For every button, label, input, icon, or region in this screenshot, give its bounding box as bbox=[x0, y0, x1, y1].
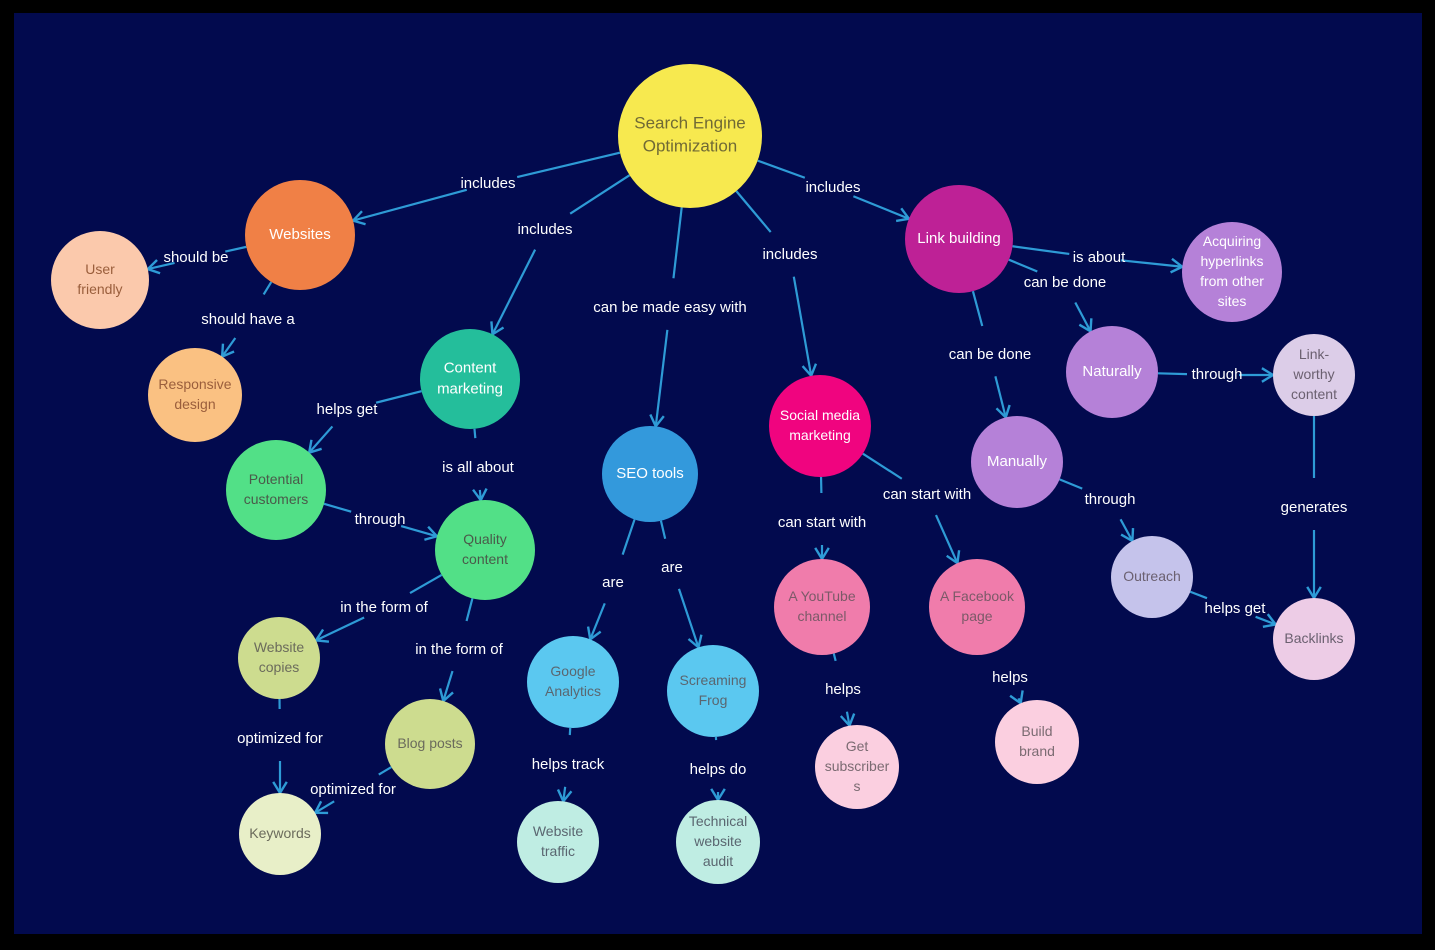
node-circle-quality_content[interactable] bbox=[435, 500, 535, 600]
node-circle-link_building[interactable] bbox=[905, 185, 1013, 293]
node-circle-seo_tools[interactable] bbox=[602, 426, 698, 522]
node-manually[interactable]: Manually bbox=[971, 416, 1063, 508]
mindmap-svg: Search Engine Optimization Websites User fri… bbox=[51, 64, 1355, 884]
node-circle-manually[interactable] bbox=[971, 416, 1063, 508]
node-circle-keywords[interactable] bbox=[239, 793, 321, 875]
edge-label-naturally-to-link_worthy_content: through bbox=[1192, 366, 1243, 383]
node-websites[interactable]: Websites bbox=[245, 180, 355, 290]
node-circle-content_marketing[interactable] bbox=[420, 329, 520, 429]
edge-label-websites-to-user_friendly: should be bbox=[163, 249, 228, 266]
node-quality_content[interactable]: Quality content bbox=[435, 500, 535, 600]
edge-label-content_marketing-to-quality_content: is all about bbox=[442, 459, 515, 476]
edge-label-quality_content-to-blog_posts: in the form of bbox=[415, 641, 503, 658]
node-circle-screaming_frog[interactable] bbox=[667, 645, 759, 737]
node-social_media[interactable]: Social media marketing bbox=[769, 375, 871, 477]
node-content_marketing[interactable]: Content marketing bbox=[420, 329, 520, 429]
node-acquiring_hyperlinks[interactable]: Acquiring hyperlinks from other sites bbox=[1182, 222, 1282, 322]
node-facebook_page[interactable]: A Facebook page bbox=[929, 559, 1025, 655]
edge-label-social_media-to-facebook_page: can start with bbox=[883, 486, 971, 503]
edge-label-seo-to-link_building: includes bbox=[805, 179, 860, 196]
node-website_traffic[interactable]: Website traffic bbox=[517, 801, 599, 883]
node-google_analytics[interactable]: Google Analytics bbox=[527, 636, 619, 728]
node-circle-naturally[interactable] bbox=[1066, 326, 1158, 418]
edge-label-outreach-to-backlinks: helps get bbox=[1205, 600, 1267, 617]
edge-label-link_building-to-acquiring_hyperlinks: is about bbox=[1073, 249, 1126, 266]
edge-label-seo_tools-to-screaming_frog: are bbox=[661, 559, 683, 576]
edge-label-website_copies-to-keywords: optimized for bbox=[237, 730, 323, 747]
node-backlinks[interactable]: Backlinks bbox=[1273, 598, 1355, 680]
node-responsive_design[interactable]: Responsive design bbox=[148, 348, 242, 442]
node-keywords[interactable]: Keywords bbox=[239, 793, 321, 875]
node-circle-build_brand[interactable] bbox=[995, 700, 1079, 784]
node-circle-facebook_page[interactable] bbox=[929, 559, 1025, 655]
node-circle-outreach[interactable] bbox=[1111, 536, 1193, 618]
node-circle-user_friendly[interactable] bbox=[51, 231, 149, 329]
node-circle-get_subscribers[interactable] bbox=[815, 725, 899, 809]
node-circle-google_analytics[interactable] bbox=[527, 636, 619, 728]
node-circle-website_copies[interactable] bbox=[238, 617, 320, 699]
node-seo_tools[interactable]: SEO tools bbox=[602, 426, 698, 522]
edge-label-potential_customers-to-quality_content: through bbox=[355, 511, 406, 528]
node-link_worthy_content[interactable]: Link-worthy content bbox=[1273, 334, 1355, 416]
edge-label-seo-to-websites: includes bbox=[460, 175, 515, 192]
edge-label-link_building-to-naturally: can be done bbox=[1024, 274, 1107, 291]
node-youtube_channel[interactable]: A YouTube channel bbox=[774, 559, 870, 655]
node-circle-websites[interactable] bbox=[245, 180, 355, 290]
edge-label-quality_content-to-website_copies: in the form of bbox=[340, 599, 428, 616]
node-potential_customers[interactable]: Potential customers bbox=[226, 440, 326, 540]
edge-label-link_building-to-manually: can be done bbox=[949, 346, 1032, 363]
node-circle-seo[interactable] bbox=[618, 64, 762, 208]
edge-seo_tools-to-screaming_frog bbox=[659, 520, 703, 650]
edge-link_building-to-naturally bbox=[1008, 258, 1093, 334]
node-circle-youtube_channel[interactable] bbox=[774, 559, 870, 655]
edge-label-facebook_page-to-build_brand: helps bbox=[992, 669, 1028, 686]
edge-label-content_marketing-to-potential_customers: helps get bbox=[317, 401, 379, 418]
node-screaming_frog[interactable]: Screaming Frog bbox=[667, 645, 759, 737]
node-circle-responsive_design[interactable] bbox=[148, 348, 242, 442]
node-circle-acquiring_hyperlinks[interactable] bbox=[1182, 222, 1282, 322]
node-get_subscribers[interactable]: Get subscriber s bbox=[815, 725, 899, 809]
edge-manually-to-outreach bbox=[1059, 478, 1135, 544]
node-circle-social_media[interactable] bbox=[769, 375, 871, 477]
edge-label-google_analytics-to-website_traffic: helps track bbox=[532, 756, 605, 773]
node-link_building[interactable]: Link building bbox=[905, 185, 1013, 293]
edge-label-seo-to-content_marketing: includes bbox=[517, 221, 572, 238]
node-circle-backlinks[interactable] bbox=[1273, 598, 1355, 680]
node-outreach[interactable]: Outreach bbox=[1111, 536, 1193, 618]
edge-seo-to-social_media bbox=[735, 190, 818, 379]
edge-label-seo_tools-to-google_analytics: are bbox=[602, 574, 624, 591]
edge-label-seo-to-seo_tools: can be made easy with bbox=[593, 299, 746, 316]
node-naturally[interactable]: Naturally bbox=[1066, 326, 1158, 418]
node-blog_posts[interactable]: Blog posts bbox=[385, 699, 475, 789]
node-circle-technical_audit[interactable] bbox=[676, 800, 760, 884]
node-technical_audit[interactable]: Technical website audit bbox=[676, 800, 760, 884]
node-user_friendly[interactable]: User friendly bbox=[51, 231, 149, 329]
node-circle-link_worthy_content[interactable] bbox=[1273, 334, 1355, 416]
node-circle-blog_posts[interactable] bbox=[385, 699, 475, 789]
node-build_brand[interactable]: Build brand bbox=[995, 700, 1079, 784]
edge-label-link_worthy_content-to-backlinks: generates bbox=[1281, 499, 1348, 516]
node-website_copies[interactable]: Website copies bbox=[238, 617, 320, 699]
edge-label-youtube_channel-to-get_subscribers: helps bbox=[825, 681, 861, 698]
edge-label-blog_posts-to-keywords: optimized for bbox=[310, 781, 396, 798]
edge-label-manually-to-outreach: through bbox=[1085, 491, 1136, 508]
node-circle-potential_customers[interactable] bbox=[226, 440, 326, 540]
edge-social_media-to-facebook_page bbox=[862, 452, 961, 566]
node-seo[interactable]: Search Engine Optimization bbox=[618, 64, 762, 208]
edge-seo-to-seo_tools bbox=[649, 207, 683, 429]
edge-label-screaming_frog-to-technical_audit: helps do bbox=[690, 761, 747, 778]
mindmap-canvas: Search Engine Optimization Websites User fri… bbox=[14, 13, 1422, 934]
node-circle-website_traffic[interactable] bbox=[517, 801, 599, 883]
edge-label-websites-to-responsive_design: should have a bbox=[201, 311, 295, 328]
edge-label-seo-to-social_media: includes bbox=[762, 246, 817, 263]
edge-label-social_media-to-youtube_channel: can start with bbox=[778, 514, 866, 531]
